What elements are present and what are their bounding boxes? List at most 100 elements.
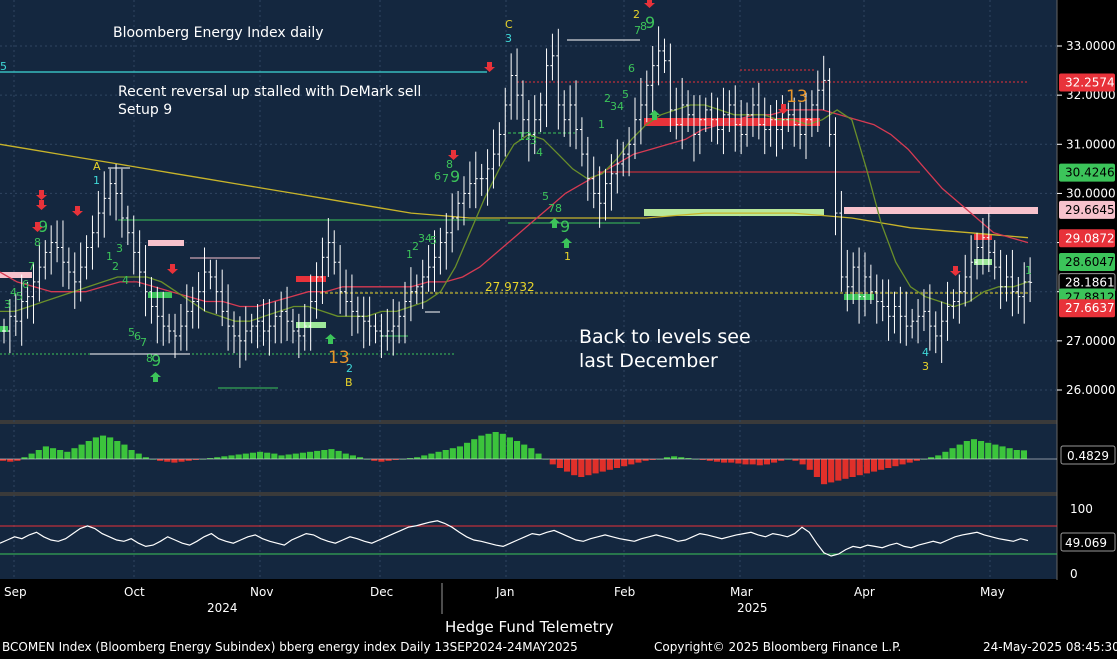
count-C: C bbox=[505, 18, 513, 31]
month-label: Apr bbox=[854, 585, 875, 599]
macd-bar bbox=[606, 459, 613, 470]
macd-bar bbox=[35, 450, 42, 459]
rsi-last-value: 49.069 bbox=[1065, 536, 1107, 550]
macd-bar bbox=[592, 459, 599, 474]
rsi-tick-100: 100 bbox=[1070, 502, 1093, 516]
count-2-feb-y: 2 bbox=[633, 8, 640, 21]
macd-bar bbox=[835, 459, 842, 481]
macd-bar bbox=[49, 448, 57, 459]
count-9-b: 9 bbox=[151, 351, 161, 370]
macd-bar bbox=[99, 435, 107, 459]
macd-bar bbox=[813, 459, 820, 477]
month-label: Mar bbox=[730, 585, 753, 599]
macd-bar bbox=[449, 448, 456, 459]
macd-bar bbox=[314, 450, 321, 459]
level-label-27-97: 27.9732 bbox=[485, 280, 535, 294]
count-1-feb: 1 bbox=[598, 118, 605, 131]
count-1-may: 1 bbox=[1025, 264, 1032, 277]
month-label: Feb bbox=[614, 585, 635, 599]
last-value-text: 30.4246 bbox=[1065, 166, 1115, 180]
last-value-text: 29.6645 bbox=[1065, 203, 1115, 217]
count-6-dec: 6 bbox=[434, 170, 441, 183]
macd-bar bbox=[956, 444, 963, 459]
footer-timestamp: 24-May-2025 08:45:30 bbox=[983, 640, 1117, 654]
macd-bar bbox=[728, 459, 735, 463]
chart-title: Bloomberg Energy Index daily bbox=[113, 25, 324, 41]
count-3-apr-y: 3 bbox=[922, 360, 929, 373]
back-levels-line-2: last December bbox=[579, 350, 718, 372]
macd-bar bbox=[1006, 448, 1013, 459]
macd-bar bbox=[621, 459, 628, 467]
macd-bar bbox=[335, 450, 342, 459]
macd-bar bbox=[506, 437, 513, 459]
macd-bar bbox=[828, 459, 835, 483]
macd-bar bbox=[285, 454, 292, 459]
last-value-text: 28.1861 bbox=[1065, 276, 1115, 290]
macd-bar bbox=[578, 459, 585, 477]
macd-bar bbox=[985, 442, 992, 459]
comment-line-1: Recent reversal up stalled with DeMark s… bbox=[118, 84, 421, 100]
macd-bar bbox=[492, 432, 499, 459]
macd-bar bbox=[85, 441, 92, 459]
macd-bar bbox=[1013, 450, 1020, 459]
macd-bar bbox=[321, 450, 328, 459]
macd-bar bbox=[613, 459, 621, 468]
macd-bar bbox=[742, 459, 749, 465]
last-value-text: 27.6637 bbox=[1065, 301, 1115, 315]
count-1-cyan: 1 bbox=[93, 174, 100, 187]
macd-bar bbox=[378, 459, 385, 462]
count-5-a: 5 bbox=[16, 290, 23, 303]
macd-bar bbox=[228, 455, 235, 459]
bar-pink-apr bbox=[844, 207, 1038, 214]
count-4-cyan-apr: 4 bbox=[922, 346, 929, 359]
macd-bar bbox=[349, 455, 356, 459]
month-label: Jan bbox=[495, 585, 515, 599]
count-2-b: 2 bbox=[112, 260, 119, 273]
macd-bar bbox=[970, 439, 978, 459]
count-9-feb: 9 bbox=[645, 13, 655, 32]
count-3-a: 3 bbox=[4, 298, 11, 311]
macd-bar bbox=[271, 453, 278, 459]
macd-bar bbox=[635, 459, 642, 463]
macd-bar bbox=[257, 451, 264, 459]
macd-bar bbox=[870, 459, 878, 472]
count-9-jan: 9 bbox=[560, 217, 570, 236]
macd-bar bbox=[863, 459, 870, 474]
macd-bar bbox=[585, 459, 592, 476]
macd-bar bbox=[471, 439, 478, 459]
macd-bar bbox=[442, 450, 449, 459]
macd-bar bbox=[942, 451, 949, 459]
panel-separator-2 bbox=[0, 492, 1057, 496]
macd-bar bbox=[842, 459, 849, 479]
count-34-feb: 34 bbox=[610, 100, 624, 113]
price-tick-label: 31.0000 bbox=[1066, 137, 1116, 151]
last-value-text: 28.6047 bbox=[1065, 255, 1115, 269]
count-3-cyan: 3 bbox=[505, 32, 512, 45]
macd-bar bbox=[563, 459, 571, 472]
rsi-panel bbox=[0, 496, 1057, 579]
macd-bar bbox=[756, 459, 763, 466]
macd-bar bbox=[771, 459, 778, 463]
price-tick-label: 26.0000 bbox=[1066, 383, 1116, 397]
macd-bar bbox=[464, 442, 471, 459]
macd-bar bbox=[1020, 450, 1027, 459]
macd-bar bbox=[749, 459, 756, 465]
count-3-b: 3 bbox=[116, 242, 123, 255]
last-value-text: 32.2574 bbox=[1065, 75, 1115, 89]
macd-bar bbox=[628, 459, 635, 465]
macd-last-value: 0.4829 bbox=[1067, 449, 1109, 463]
footer-center-title: Hedge Fund Telemetry bbox=[445, 618, 614, 636]
time-axis: Sep Oct Nov Dec Jan Feb Mar Apr May 2024 2025 bbox=[4, 583, 1005, 615]
macd-bar bbox=[292, 453, 299, 459]
macd-bar bbox=[549, 459, 556, 465]
macd-bar bbox=[57, 450, 64, 459]
macd-bar bbox=[806, 459, 813, 470]
price-tick-label: 27.0000 bbox=[1066, 334, 1116, 348]
macd-bar bbox=[128, 450, 135, 459]
macd-bar bbox=[556, 459, 563, 468]
count-left-cyan: 5 bbox=[0, 60, 7, 73]
macd-bar bbox=[242, 453, 249, 459]
count-9-dec: 9 bbox=[450, 167, 460, 186]
month-label: Nov bbox=[250, 585, 273, 599]
macd-bar bbox=[735, 459, 742, 464]
